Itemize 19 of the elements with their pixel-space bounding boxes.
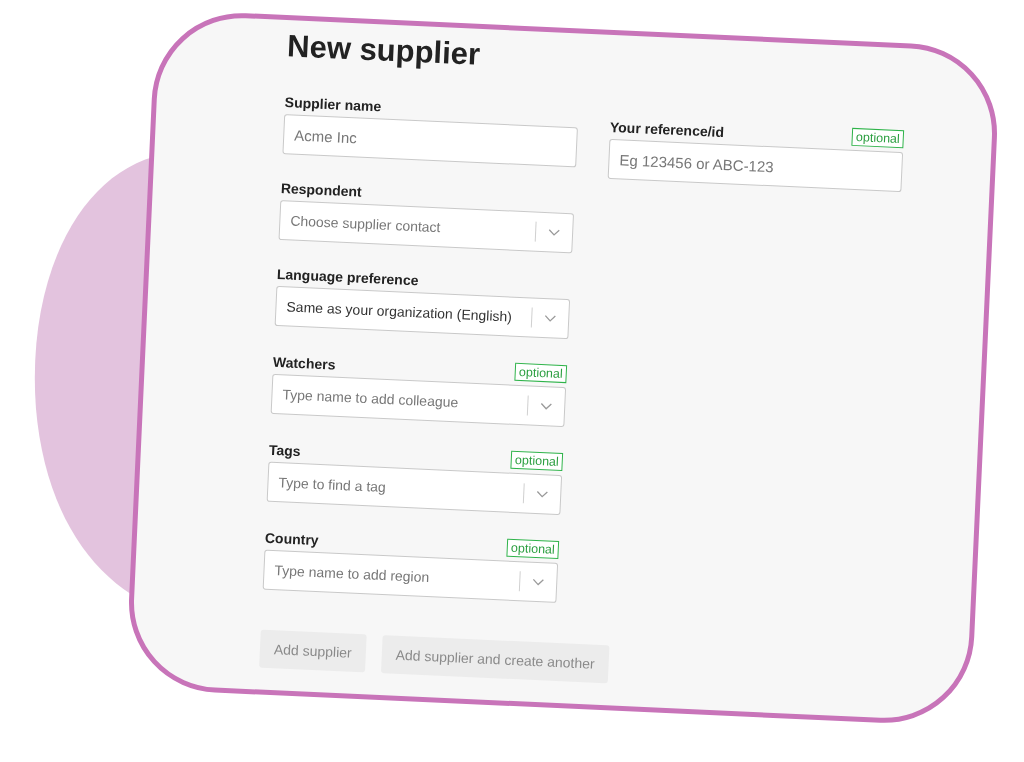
chevron-down-icon (536, 489, 549, 499)
optional-badge: optional (851, 127, 905, 149)
chevron-down-icon (540, 402, 553, 411)
field-label: Respondent (280, 180, 363, 200)
page-title: New supplier (286, 28, 482, 74)
field-label: Supplier name (284, 94, 382, 115)
chevron-down-icon (547, 228, 561, 237)
field-label: Country (264, 529, 319, 549)
optional-badge: optional (514, 362, 568, 384)
chevron-down-icon (544, 314, 557, 323)
select-field[interactable]: Same as your organization (English) (274, 285, 571, 340)
field-label: Your reference/id (609, 118, 725, 141)
chevron-down-icon (532, 577, 545, 587)
field-label: Tags (268, 441, 301, 460)
text-field[interactable]: Acme Inc (282, 114, 578, 168)
optional-badge: optional (510, 450, 564, 472)
select-field[interactable]: Choose supplier contact (278, 200, 575, 254)
optional-badge: optional (506, 538, 560, 559)
field-label: Watchers (272, 353, 336, 373)
